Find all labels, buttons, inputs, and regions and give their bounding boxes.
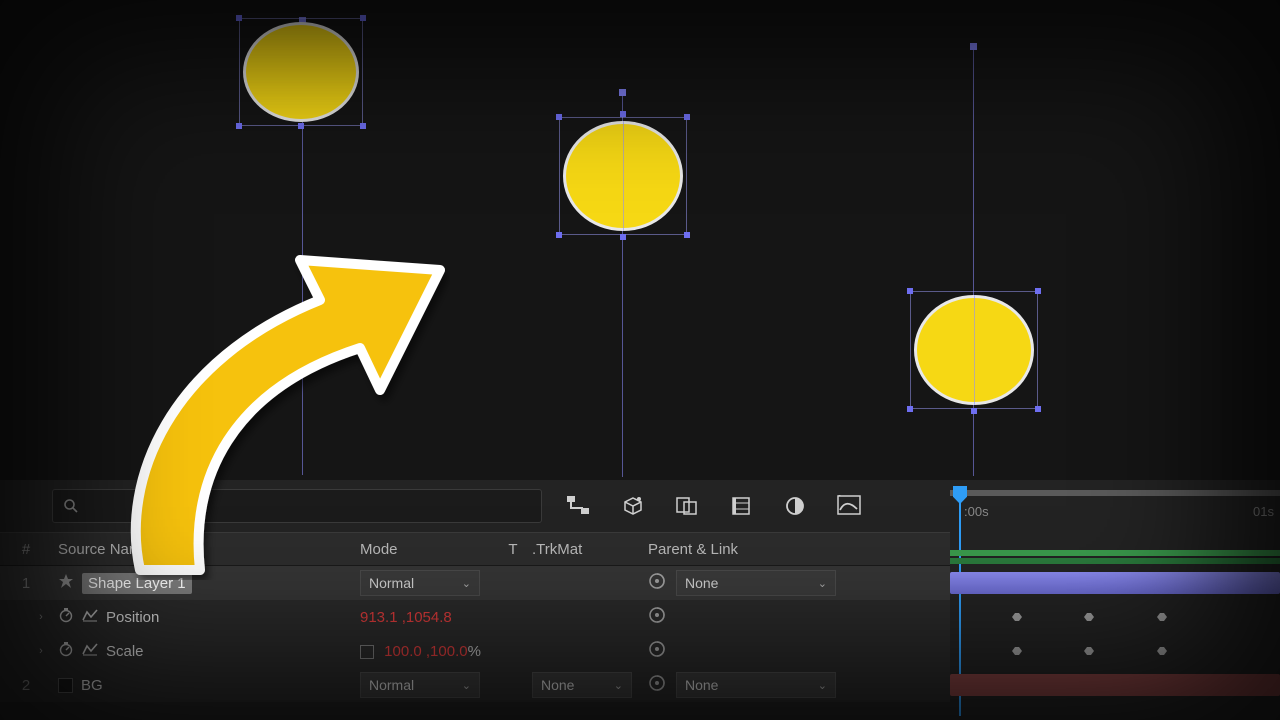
layer-duration-bar[interactable] <box>950 674 1280 696</box>
layer-row[interactable]: 2 BG Normal⌄ None⌄ None⌄ <box>0 668 950 702</box>
pickwhip-icon[interactable] <box>648 674 666 696</box>
timeline-track-area[interactable] <box>950 532 1280 720</box>
time-label-start: :00s <box>964 504 989 519</box>
motion-path-handle[interactable] <box>970 43 977 50</box>
layer-index: 1 <box>0 575 52 592</box>
transform-handle[interactable] <box>1035 406 1041 412</box>
transform-handle[interactable] <box>556 232 562 238</box>
time-label-end: 01s <box>1253 504 1274 519</box>
scale-unit: % <box>468 643 481 660</box>
transform-handle[interactable] <box>684 114 690 120</box>
parent-dropdown[interactable]: None⌄ <box>676 570 836 596</box>
layer-name[interactable]: BG <box>81 677 103 694</box>
transform-handle[interactable] <box>298 123 304 129</box>
header-parent: Parent & Link <box>638 541 918 558</box>
transform-handle[interactable] <box>620 234 626 240</box>
keyframe-icon[interactable] <box>1082 610 1096 624</box>
layer-duration-bar[interactable] <box>950 572 1280 594</box>
layer-name[interactable]: Shape Layer 1 <box>82 573 192 594</box>
layer-row[interactable]: 1 Shape Layer 1 Normal⌄ None⌄ <box>0 566 950 600</box>
ellipse-shape <box>243 22 359 122</box>
shape-layer-icon <box>58 573 74 593</box>
anchor-axis <box>974 295 975 405</box>
constrain-proportions-icon[interactable] <box>360 645 374 659</box>
chevron-down-icon: ⌄ <box>614 679 623 692</box>
transform-handle[interactable] <box>236 15 242 21</box>
transform-handle[interactable] <box>556 114 562 120</box>
keyframe-icon[interactable] <box>1082 644 1096 658</box>
header-source: Source Name <box>52 541 348 558</box>
chevron-down-icon: ⌄ <box>818 577 827 590</box>
time-ruler[interactable]: :00s 01s <box>950 480 1280 532</box>
property-label: Scale <box>106 643 144 660</box>
blend-mode-dropdown[interactable]: Normal⌄ <box>360 570 480 596</box>
header-t: T <box>498 541 528 558</box>
keyframe-icon[interactable] <box>1155 644 1169 658</box>
stopwatch-icon[interactable] <box>58 641 74 661</box>
twirl-icon[interactable]: › <box>34 611 48 623</box>
layer-index: 2 <box>0 677 52 694</box>
search-icon <box>63 498 79 514</box>
chevron-down-icon: ⌄ <box>818 679 827 692</box>
chevron-down-icon: ⌄ <box>462 577 471 590</box>
keyframe-icon[interactable] <box>1010 644 1024 658</box>
column-headers: # Source Name Mode T .TrkMat Parent & Li… <box>0 532 950 566</box>
adjustment-layer-icon[interactable] <box>782 493 808 519</box>
pickwhip-icon[interactable] <box>648 640 666 662</box>
graph-icon[interactable] <box>82 608 98 626</box>
timeline-search-input[interactable] <box>52 489 542 523</box>
transform-handle[interactable] <box>620 111 626 117</box>
motion-path-handle[interactable] <box>619 89 626 96</box>
header-trkmat: .TrkMat <box>528 541 638 558</box>
header-mode: Mode <box>348 541 498 558</box>
trkmat-dropdown[interactable]: None⌄ <box>532 672 632 698</box>
position-value[interactable]: 913.1 ,1054.8 <box>360 609 452 626</box>
composition-flowchart-icon[interactable] <box>566 493 592 519</box>
graph-editor-icon[interactable] <box>836 493 862 519</box>
graph-icon[interactable] <box>82 642 98 660</box>
scale-value[interactable]: 100.0 ,100.0 <box>384 643 467 660</box>
blend-mode-dropdown[interactable]: Normal⌄ <box>360 672 480 698</box>
pickwhip-icon[interactable] <box>648 572 666 594</box>
transform-handle[interactable] <box>360 15 366 21</box>
timeline-panel: :00s 01s # Source Name Mode T .TrkMat Pa… <box>0 480 1280 720</box>
chevron-down-icon: ⌄ <box>462 679 471 692</box>
anchor-axis <box>623 121 624 231</box>
property-row-scale[interactable]: › Scale 100.0 ,100.0% <box>0 634 950 668</box>
transform-handle[interactable] <box>684 232 690 238</box>
twirl-icon[interactable]: › <box>34 645 48 657</box>
stopwatch-icon[interactable] <box>58 607 74 627</box>
property-label: Position <box>106 609 159 626</box>
transform-handle[interactable] <box>907 288 913 294</box>
property-row-position[interactable]: › Position 913.1 ,1054.8 <box>0 600 950 634</box>
keyframe-icon[interactable] <box>1155 610 1169 624</box>
transform-handle[interactable] <box>360 123 366 129</box>
transform-handle[interactable] <box>971 408 977 414</box>
draft-3d-icon[interactable] <box>620 493 646 519</box>
transform-handle[interactable] <box>236 123 242 129</box>
solid-layer-icon <box>58 678 73 693</box>
composition-viewport[interactable] <box>0 0 1280 480</box>
frame-blend-icon[interactable] <box>674 493 700 519</box>
keyframe-icon[interactable] <box>1010 610 1024 624</box>
transform-handle[interactable] <box>907 406 913 412</box>
pickwhip-icon[interactable] <box>648 606 666 628</box>
parent-dropdown[interactable]: None⌄ <box>676 672 836 698</box>
motion-blur-icon[interactable] <box>728 493 754 519</box>
transform-handle[interactable] <box>1035 288 1041 294</box>
